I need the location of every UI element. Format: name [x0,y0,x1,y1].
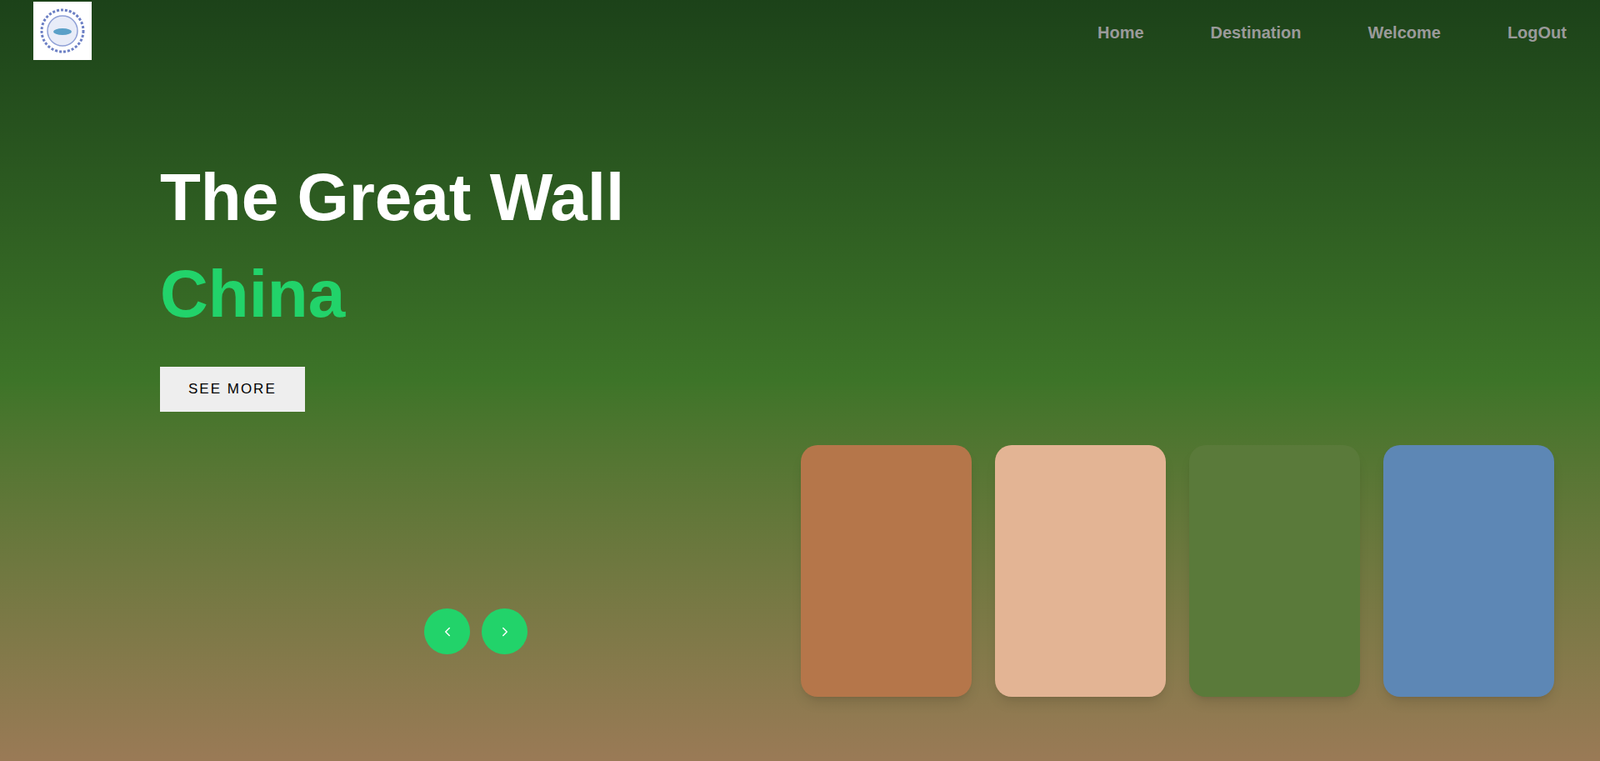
destination-card[interactable] [1383,445,1555,697]
hero-subtitle: China [160,260,1600,328]
destination-card[interactable] [1189,445,1360,697]
slider-row [0,445,1600,697]
page: Home Destination Welcome LogOut The Great Wa… [0,0,1600,761]
destination-card[interactable] [995,445,1166,697]
nav-link[interactable]: Home [1097,20,1145,45]
see-more-button[interactable]: SEE MORE [160,366,305,412]
next-button[interactable] [481,608,528,655]
header: Home Destination Welcome LogOut [0,0,1600,60]
chevron-right-icon [497,624,513,640]
hero-title: The Great Wall [160,164,1600,231]
destination-card[interactable] [800,445,972,697]
chevron-left-icon [440,624,455,640]
logo[interactable] [33,1,92,60]
card-list [800,445,1555,697]
nav-link[interactable]: LogOut [1507,20,1567,45]
nav: Home Destination Welcome LogOut [1097,0,1567,45]
logo-icon [39,7,86,55]
hero: The Great Wall China SEE MORE [0,164,1600,412]
prev-button[interactable] [424,608,470,655]
slider-controls [424,445,801,655]
nav-link[interactable]: Destination [1210,20,1302,45]
nav-link[interactable]: Welcome [1367,20,1440,45]
